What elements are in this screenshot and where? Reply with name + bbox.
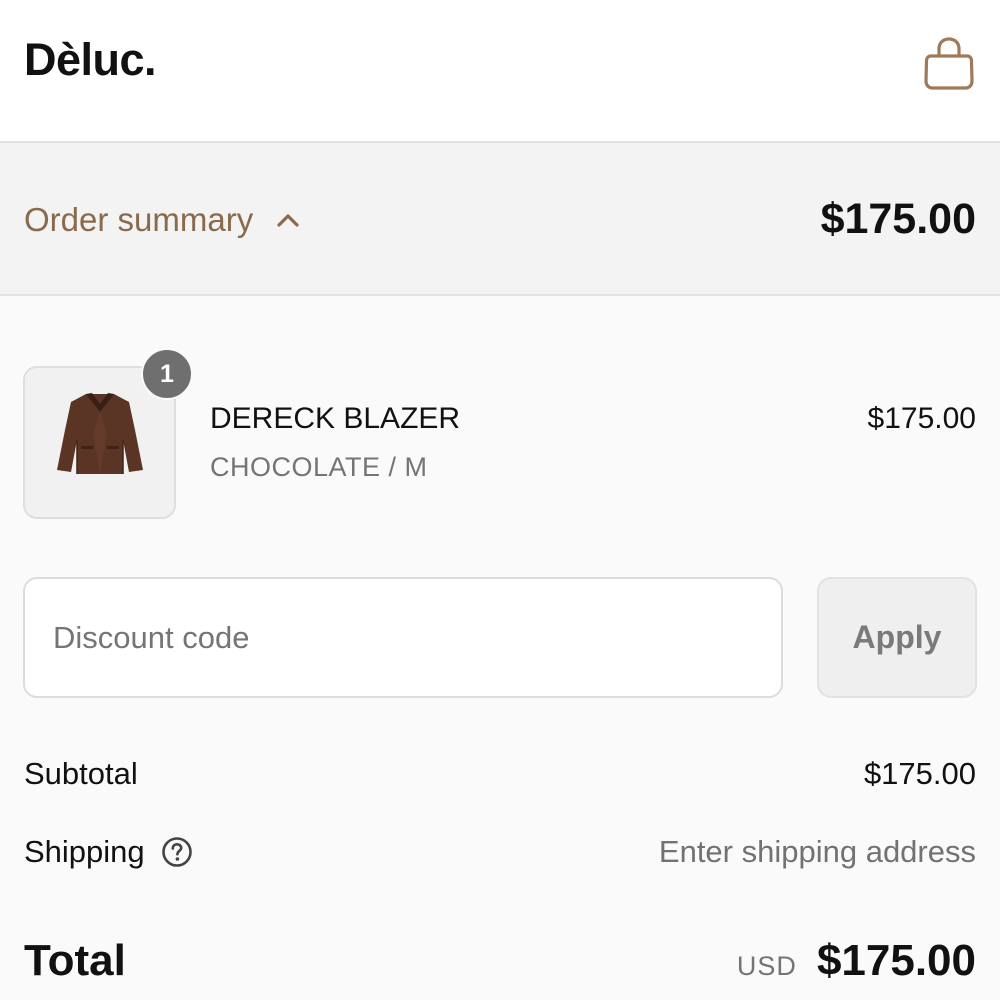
checkout-header: Dèluc. <box>0 0 1000 143</box>
brown-blazer-image <box>57 393 143 474</box>
chevron-up-icon <box>277 214 299 227</box>
order-summary-label: Order summary <box>24 201 254 238</box>
apply-discount-button[interactable]: Apply <box>817 577 977 698</box>
help-circle-icon[interactable] <box>161 836 193 868</box>
order-summary-label-group[interactable]: Order summary <box>24 201 301 239</box>
shipping-value: Enter shipping address <box>658 834 976 869</box>
quantity-badge: 1 <box>141 348 193 400</box>
shipping-row-label: Shipping <box>24 834 193 870</box>
product-variant: CHOCOLATE / M <box>210 452 428 482</box>
total-value: $175.00 <box>816 936 976 985</box>
shopping-bag-icon[interactable] <box>922 36 976 92</box>
order-summary-total: $175.00 <box>820 195 976 243</box>
order-summary-toggle[interactable]: Order summary $175.00 <box>0 143 1000 296</box>
product-price: $175.00 <box>867 402 976 435</box>
subtotal-value: $175.00 <box>863 756 976 791</box>
currency-code: USD <box>736 951 797 981</box>
subtotal-label: Subtotal <box>24 756 138 791</box>
product-name: DERECK BLAZER <box>210 402 461 435</box>
total-amount-group: USD $175.00 <box>737 936 976 986</box>
total-label: Total <box>24 936 126 985</box>
shipping-label: Shipping <box>24 834 145 869</box>
store-logo[interactable]: Dèluc. <box>24 34 157 86</box>
discount-code-input[interactable] <box>23 577 783 698</box>
